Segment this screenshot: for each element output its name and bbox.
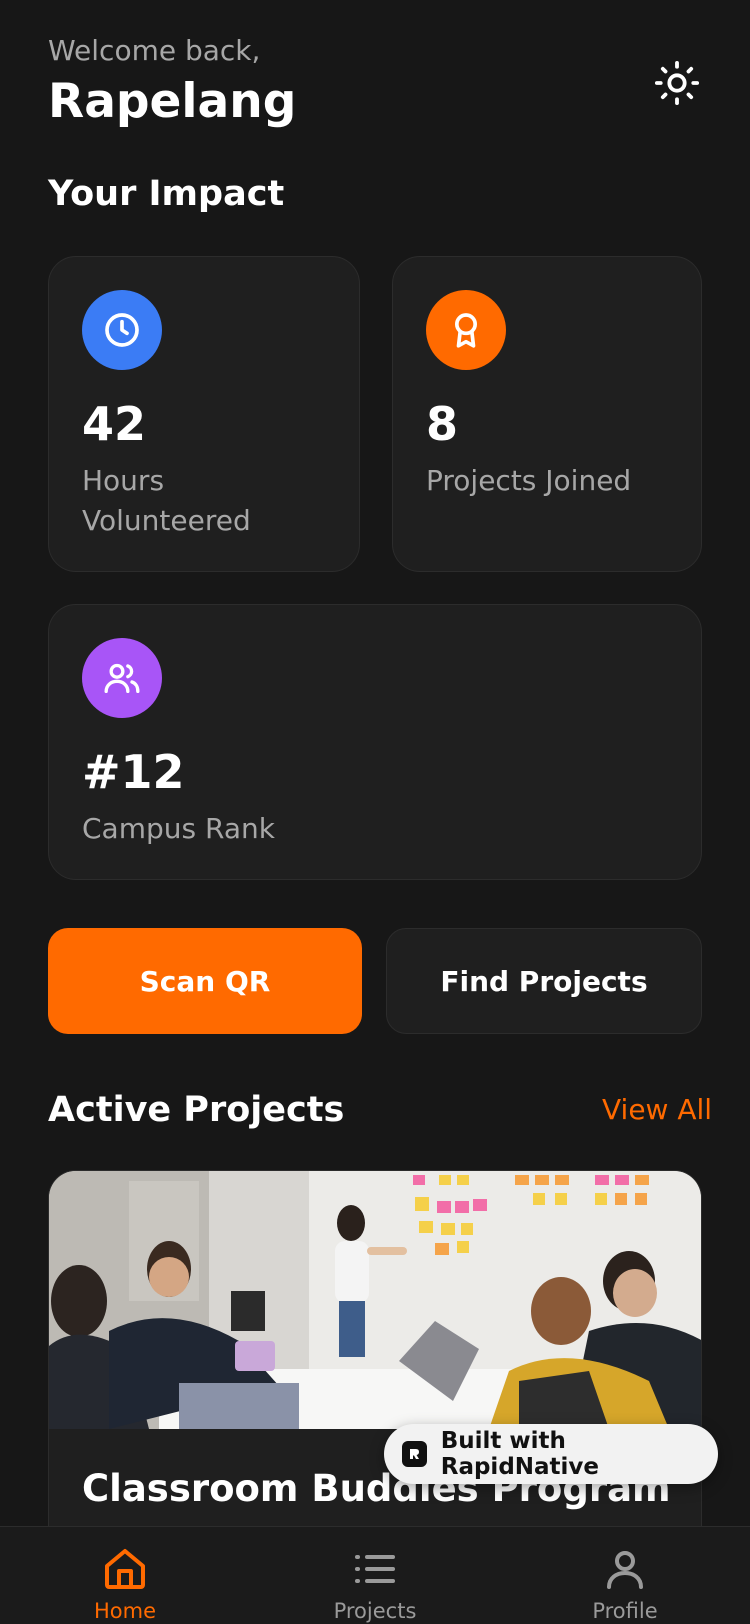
stat-card-projects: 8 Projects Joined: [392, 256, 702, 572]
bottom-nav: Home Projects Profile: [0, 1526, 750, 1624]
rank-value: #12: [82, 745, 185, 799]
nav-item-home[interactable]: Home: [45, 1527, 205, 1624]
list-icon: [355, 1555, 395, 1583]
projects-joined-label: Projects Joined: [426, 464, 632, 497]
active-projects-title: Active Projects: [48, 1090, 345, 1130]
scan-qr-button[interactable]: Scan QR: [48, 928, 362, 1034]
built-with-badge[interactable]: Built with RapidNative: [384, 1424, 718, 1484]
find-projects-button[interactable]: Find Projects: [386, 928, 702, 1034]
user-name: Rapelang: [48, 74, 297, 129]
hours-label: Hours Volunteered: [82, 464, 251, 537]
theme-toggle-button[interactable]: [652, 58, 702, 108]
rapidnative-logo-icon: [402, 1441, 427, 1467]
view-all-link[interactable]: View All: [602, 1093, 712, 1126]
stat-card-hours: 42 Hours Volunteered: [48, 256, 360, 572]
stat-card-rank: #12 Campus Rank: [48, 604, 702, 880]
built-with-label: Built with RapidNative: [440, 1428, 600, 1480]
impact-title: Your Impact: [48, 174, 285, 214]
hours-value: 42: [82, 397, 147, 451]
users-icon: [82, 638, 162, 718]
clock-icon: [82, 290, 162, 370]
nav-label-profile: Profile: [592, 1599, 658, 1623]
project-image: [49, 1171, 701, 1429]
rank-label: Campus Rank: [82, 812, 275, 845]
user-icon: [607, 1551, 643, 1589]
nav-label-home: Home: [93, 1599, 156, 1623]
award-icon: [426, 290, 506, 370]
nav-item-profile[interactable]: Profile: [545, 1527, 705, 1624]
welcome-text: Welcome back,: [48, 34, 261, 67]
nav-label-projects: Projects: [333, 1599, 417, 1623]
home-icon: [105, 1549, 145, 1589]
home-screen: Welcome back, Rapelang Your Impact 42 Ho…: [0, 0, 750, 1624]
projects-joined-value: 8: [426, 397, 459, 451]
nav-item-projects[interactable]: Projects: [295, 1527, 455, 1624]
sun-icon: [654, 60, 700, 106]
